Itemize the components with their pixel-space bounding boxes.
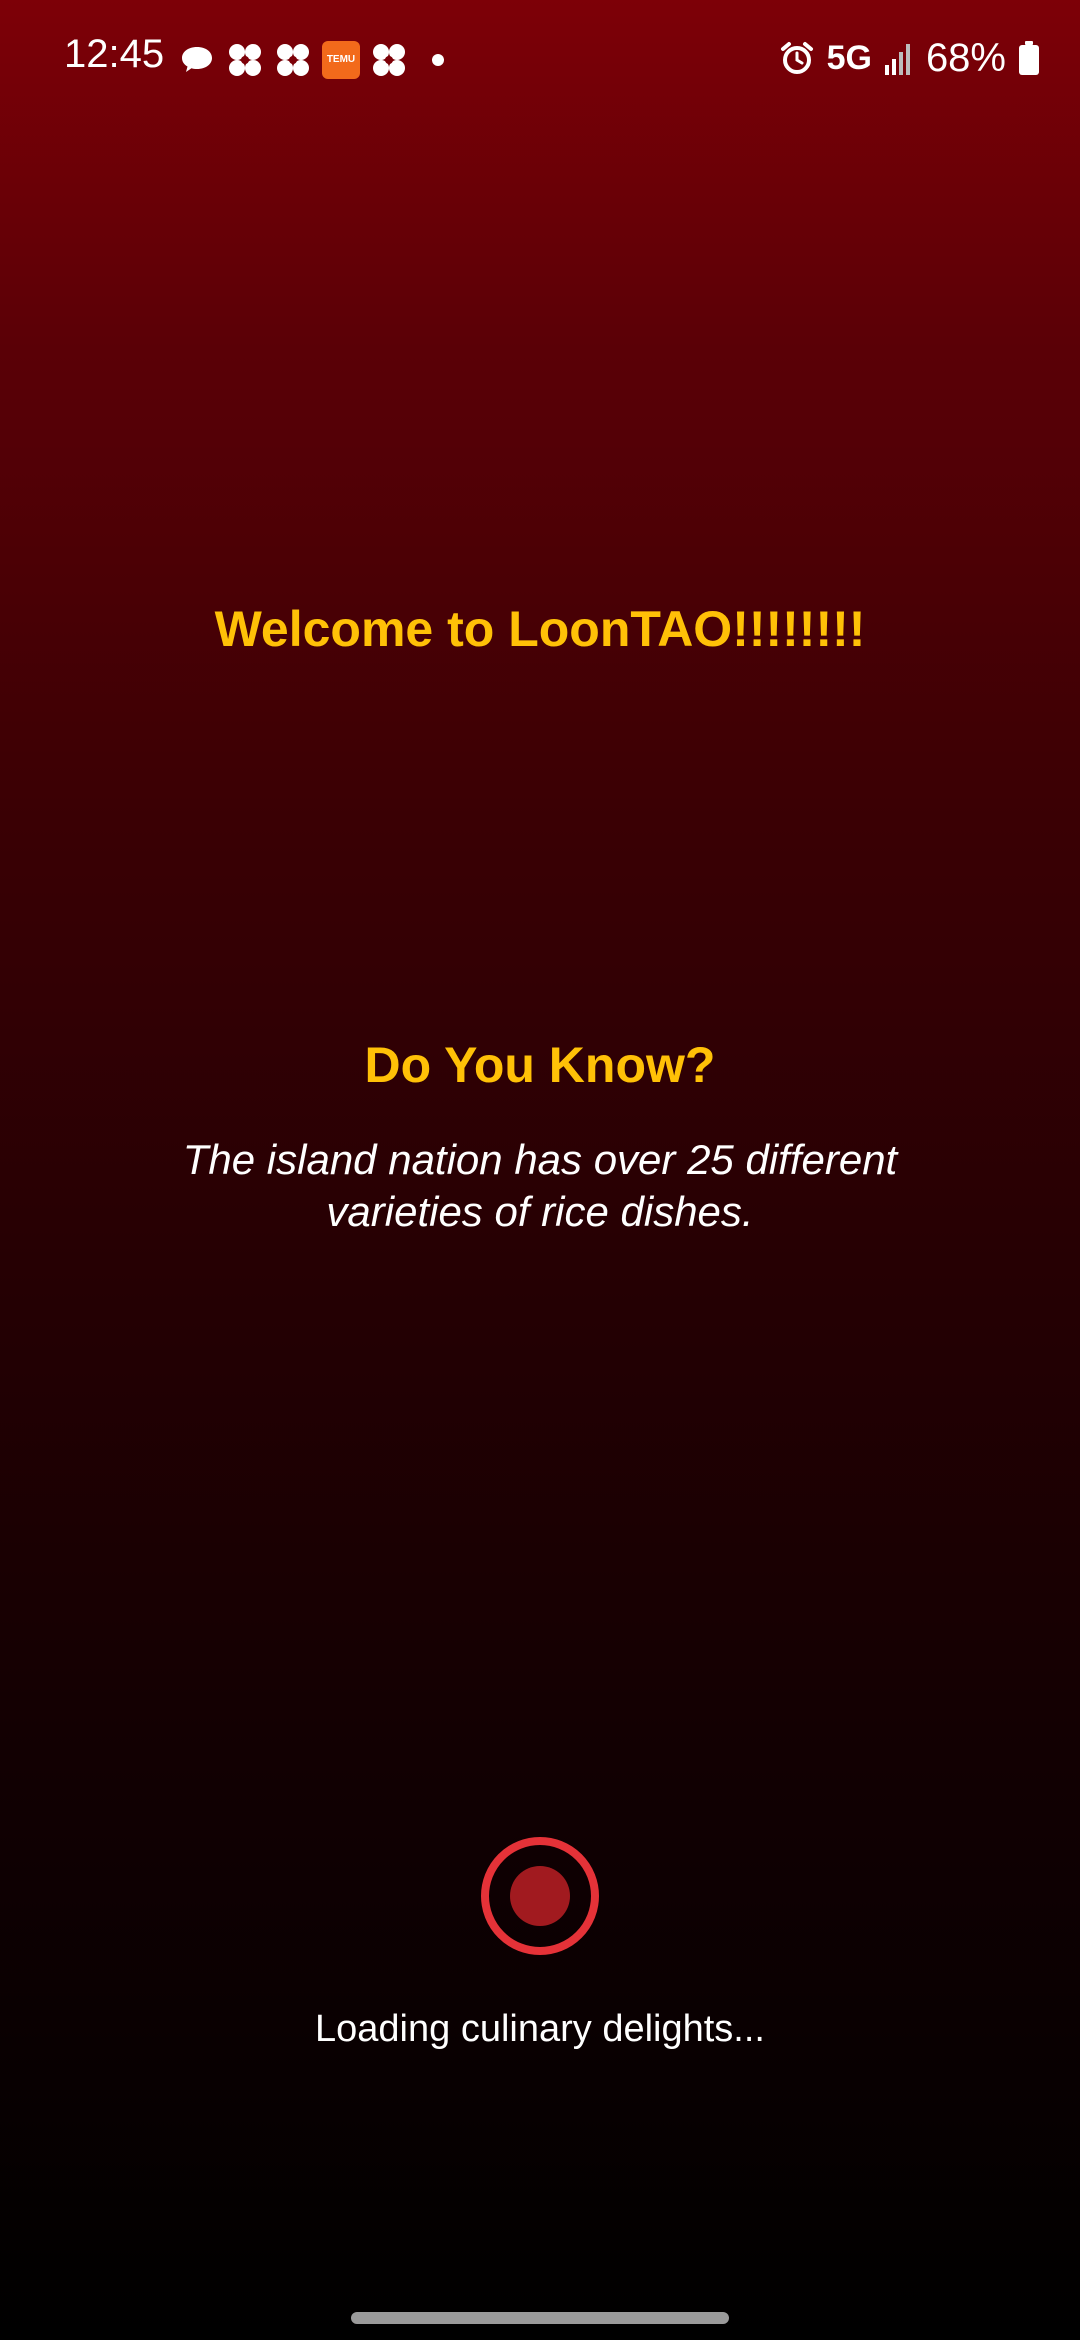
network-type: 5G xyxy=(826,38,872,77)
battery-icon xyxy=(1019,41,1039,75)
loading-text: Loading culinary delights... xyxy=(315,2008,765,2050)
fun-fact-text: The island nation has over 25 different … xyxy=(182,1136,898,1235)
clover-icon xyxy=(373,44,405,76)
loading-spinner-icon xyxy=(481,1837,599,1955)
notification-icons: TEMU xyxy=(178,40,444,80)
welcome-title: Welcome to LoonTAO!!!!!!!! xyxy=(214,601,866,657)
temu-app-icon: TEMU xyxy=(322,41,360,79)
temu-label: TEMU xyxy=(326,54,356,65)
alarm-icon xyxy=(780,42,813,74)
clover-icon xyxy=(229,44,261,76)
chat-bubble-icon xyxy=(182,47,212,72)
signal-icon xyxy=(884,44,910,75)
did-you-know-title: Do You Know? xyxy=(364,1037,716,1093)
clover-icon xyxy=(277,44,309,76)
more-dot-icon xyxy=(432,54,444,66)
status-bar: 12:45 TEMU 5G 68% xyxy=(0,0,1080,120)
battery-percentage: 68% xyxy=(925,35,1006,80)
status-right: 5G 68% xyxy=(779,34,1040,82)
status-time: 12:45 xyxy=(64,32,165,76)
home-indicator[interactable] xyxy=(351,2312,729,2324)
